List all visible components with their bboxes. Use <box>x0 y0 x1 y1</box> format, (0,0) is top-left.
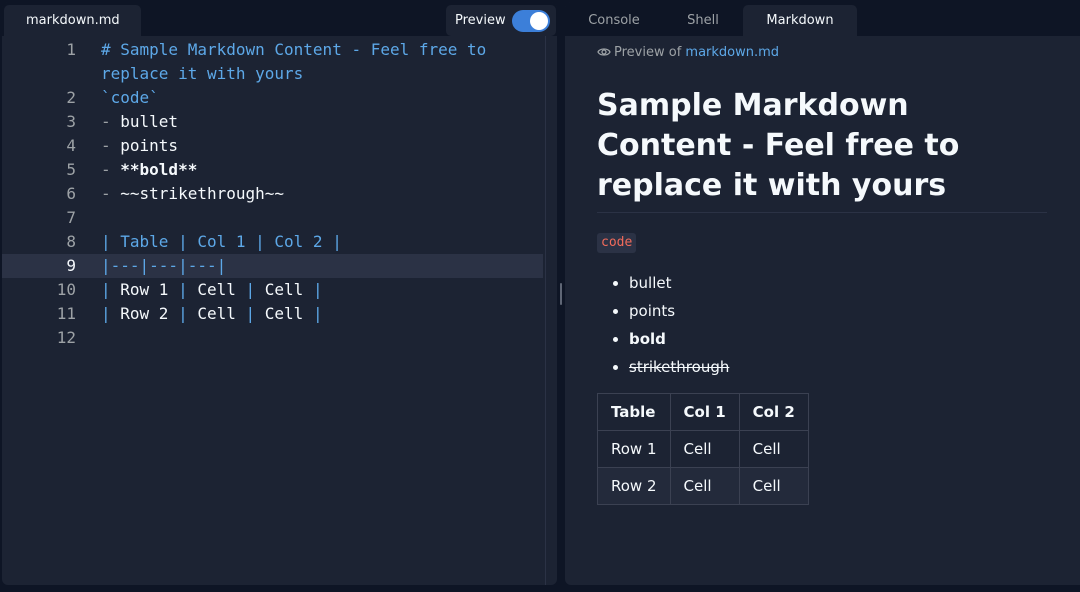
pipe: | <box>235 280 265 299</box>
line-number: 12 <box>56 328 76 347</box>
code-text: `code` <box>101 88 159 107</box>
preview-list: bullet points bold strikethrough <box>597 269 729 381</box>
code-line: 5 - **bold** <box>2 158 543 182</box>
table-header-row: Table Col 1 Col 2 <box>597 393 809 431</box>
code-line: 1 # Sample Markdown Content - Feel free … <box>2 38 543 86</box>
list-item: points <box>629 297 729 325</box>
table-row: Row 2 Cell Cell <box>597 467 809 505</box>
pipe: | <box>303 304 323 323</box>
list-item-strikethrough: strikethrough <box>629 353 729 381</box>
preview-pane: Console Shell Markdown Preview of markdo… <box>565 2 1080 585</box>
editor-header: markdown.md Preview <box>2 2 557 36</box>
code-line: 11 | Row 2 | Cell | Cell | <box>2 302 543 326</box>
code-text: |---|---|---| <box>101 256 227 275</box>
cell-text: Cell <box>264 280 304 299</box>
code-line: 12 <box>2 326 543 350</box>
pipe: | <box>101 280 121 299</box>
line-number: 4 <box>66 136 76 155</box>
line-number: 2 <box>66 88 76 107</box>
list-dash: - <box>101 136 121 155</box>
pipe: | <box>235 304 265 323</box>
code-line: 2 `code` <box>2 86 543 110</box>
preview-of-prefix: Preview of <box>614 45 686 60</box>
line-number: 10 <box>56 280 76 299</box>
table-cell: Row 2 <box>597 467 671 505</box>
code-token: bullet <box>120 112 179 131</box>
code-text: - points <box>101 134 531 158</box>
file-tab-markdown[interactable]: markdown.md <box>4 5 141 36</box>
cell-text: Cell <box>197 304 236 323</box>
code-line: 3 - bullet <box>2 110 543 134</box>
code-line: 7 <box>2 206 543 230</box>
list-item: bullet <box>629 269 729 297</box>
heading-divider <box>597 212 1047 213</box>
list-dash: - <box>101 184 121 203</box>
line-number: 8 <box>66 232 76 251</box>
code-line: 6 - ~~strikethrough~~ <box>2 182 543 206</box>
pane-resize-handle[interactable] <box>560 283 562 305</box>
line-number: 9 <box>66 256 76 275</box>
table-cell: Cell <box>669 430 740 468</box>
table-row: Row 1 Cell Cell <box>597 430 809 468</box>
code-line-active: 9 |---|---|---| <box>2 254 543 278</box>
code-token: ~~strikethrough~~ <box>120 184 285 203</box>
tab-markdown[interactable]: Markdown <box>743 5 857 36</box>
table-cell: Cell <box>669 467 740 505</box>
preview-of-caption: Preview of markdown.md <box>597 44 779 64</box>
cell-text: Cell <box>264 304 304 323</box>
table-header-cell: Col 1 <box>669 393 740 431</box>
tabs-bar: Console Shell Markdown <box>565 2 1080 36</box>
code-line: 4 - points <box>2 134 543 158</box>
code-text: - ~~strikethrough~~ <box>101 182 531 206</box>
table-cell: Row 1 <box>597 430 671 468</box>
code-text: | Table | Col 1 | Col 2 | <box>101 232 342 251</box>
line-number: 3 <box>66 112 76 131</box>
line-number: 1 <box>66 40 76 59</box>
eye-icon <box>597 46 611 64</box>
editor-pane: markdown.md Preview 1 # Sample Markdown … <box>2 2 557 585</box>
editor-scrollbar-track <box>545 36 546 585</box>
preview-toggle[interactable]: Preview <box>446 5 556 36</box>
preview-switch-knob <box>530 12 548 30</box>
code-text: | Row 2 | Cell | Cell | <box>101 302 531 326</box>
pipe: | <box>303 280 323 299</box>
tab-shell[interactable]: Shell <box>663 5 743 36</box>
code-line: 8 | Table | Col 1 | Col 2 | <box>2 230 543 254</box>
line-number: 11 <box>56 304 76 323</box>
list-item-bold: bold <box>629 325 729 353</box>
line-number: 7 <box>66 208 76 227</box>
tab-console[interactable]: Console <box>565 5 663 36</box>
line-number: 5 <box>66 160 76 179</box>
pipe: | <box>168 304 198 323</box>
preview-heading: Sample Markdown Content - Feel free to r… <box>597 88 960 203</box>
preview-switch[interactable] <box>512 10 550 32</box>
preview-table: Table Col 1 Col 2 Row 1 Cell Cell Row 2 … <box>597 393 809 505</box>
cell-text: Row 2 <box>120 304 169 323</box>
preview-file-link[interactable]: markdown.md <box>685 45 779 60</box>
code-text: # Sample Markdown Content - Feel free to… <box>101 40 496 83</box>
pipe: | <box>168 280 198 299</box>
code-token: points <box>120 136 179 155</box>
code-text: | Row 1 | Cell | Cell | <box>101 278 531 302</box>
inline-code: code <box>597 233 637 253</box>
code-text: - **bold** <box>101 158 531 182</box>
pipe: | <box>101 304 121 323</box>
table-header-cell: Col 2 <box>738 393 809 431</box>
table-cell: Cell <box>738 430 809 468</box>
cell-text: Cell <box>197 280 236 299</box>
line-number: 6 <box>66 184 76 203</box>
table-header-cell: Table <box>597 393 671 431</box>
code-text: - bullet <box>101 110 531 134</box>
preview-toggle-label: Preview <box>455 13 506 28</box>
list-dash: - <box>101 160 121 179</box>
list-dash: - <box>101 112 121 131</box>
code-token-bold: **bold** <box>120 160 198 179</box>
cell-text: Row 1 <box>120 280 169 299</box>
table-cell: Cell <box>738 467 809 505</box>
code-editor[interactable]: 1 # Sample Markdown Content - Feel free … <box>2 38 543 585</box>
code-line: 10 | Row 1 | Cell | Cell | <box>2 278 543 302</box>
